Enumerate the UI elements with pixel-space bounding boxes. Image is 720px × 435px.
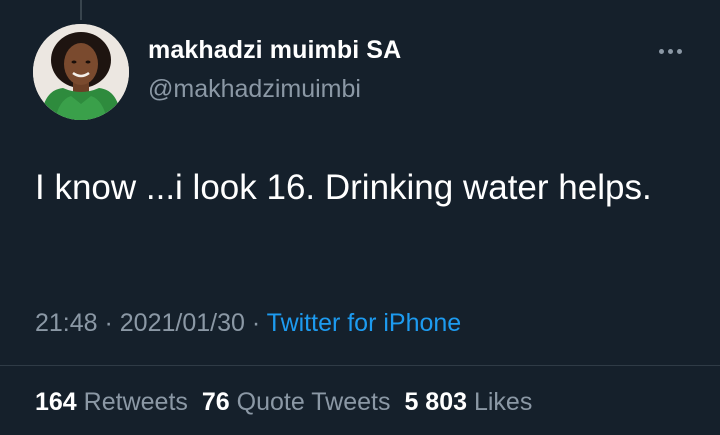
ellipsis-icon-dot (676, 48, 682, 54)
likes-stat[interactable]: 5 803 Likes (404, 388, 532, 416)
divider (0, 365, 720, 366)
avatar[interactable] (33, 24, 129, 120)
author-handle[interactable]: @makhadzimuimbi (148, 75, 361, 104)
meta-separator: · (244, 309, 267, 337)
quote-tweets-stat[interactable]: 76 Quote Tweets (202, 388, 391, 416)
likes-label: Likes (473, 388, 533, 416)
tweet-date[interactable]: 2021/01/30 (120, 309, 245, 337)
tweet-meta: 21:48 · 2021/01/30 · Twitter for iPhone (35, 309, 461, 338)
likes-count: 5 803 (404, 388, 468, 416)
tweet-stats: 164 Retweets 76 Quote Tweets 5 803 Likes (35, 388, 546, 417)
tweet-time[interactable]: 21:48 (35, 309, 98, 337)
thread-connector-line (80, 0, 82, 20)
meta-separator: · (97, 309, 120, 337)
author-display-name[interactable]: makhadzi muimbi SA (148, 36, 401, 65)
quote-tweets-count: 76 (201, 388, 230, 416)
retweets-count: 164 (35, 388, 77, 416)
quote-tweets-label: Quote Tweets (236, 388, 391, 416)
retweets-stat[interactable]: 164 Retweets (35, 388, 188, 416)
more-options-button[interactable] (650, 36, 690, 66)
tweet-text: I know ...i look 16. Drinking water help… (35, 168, 652, 207)
retweets-label: Retweets (83, 388, 188, 416)
ellipsis-icon (658, 48, 664, 54)
tweet-source-link[interactable]: Twitter for iPhone (267, 309, 462, 337)
profile-photo-icon (33, 24, 129, 120)
ellipsis-icon-dot (667, 48, 673, 54)
